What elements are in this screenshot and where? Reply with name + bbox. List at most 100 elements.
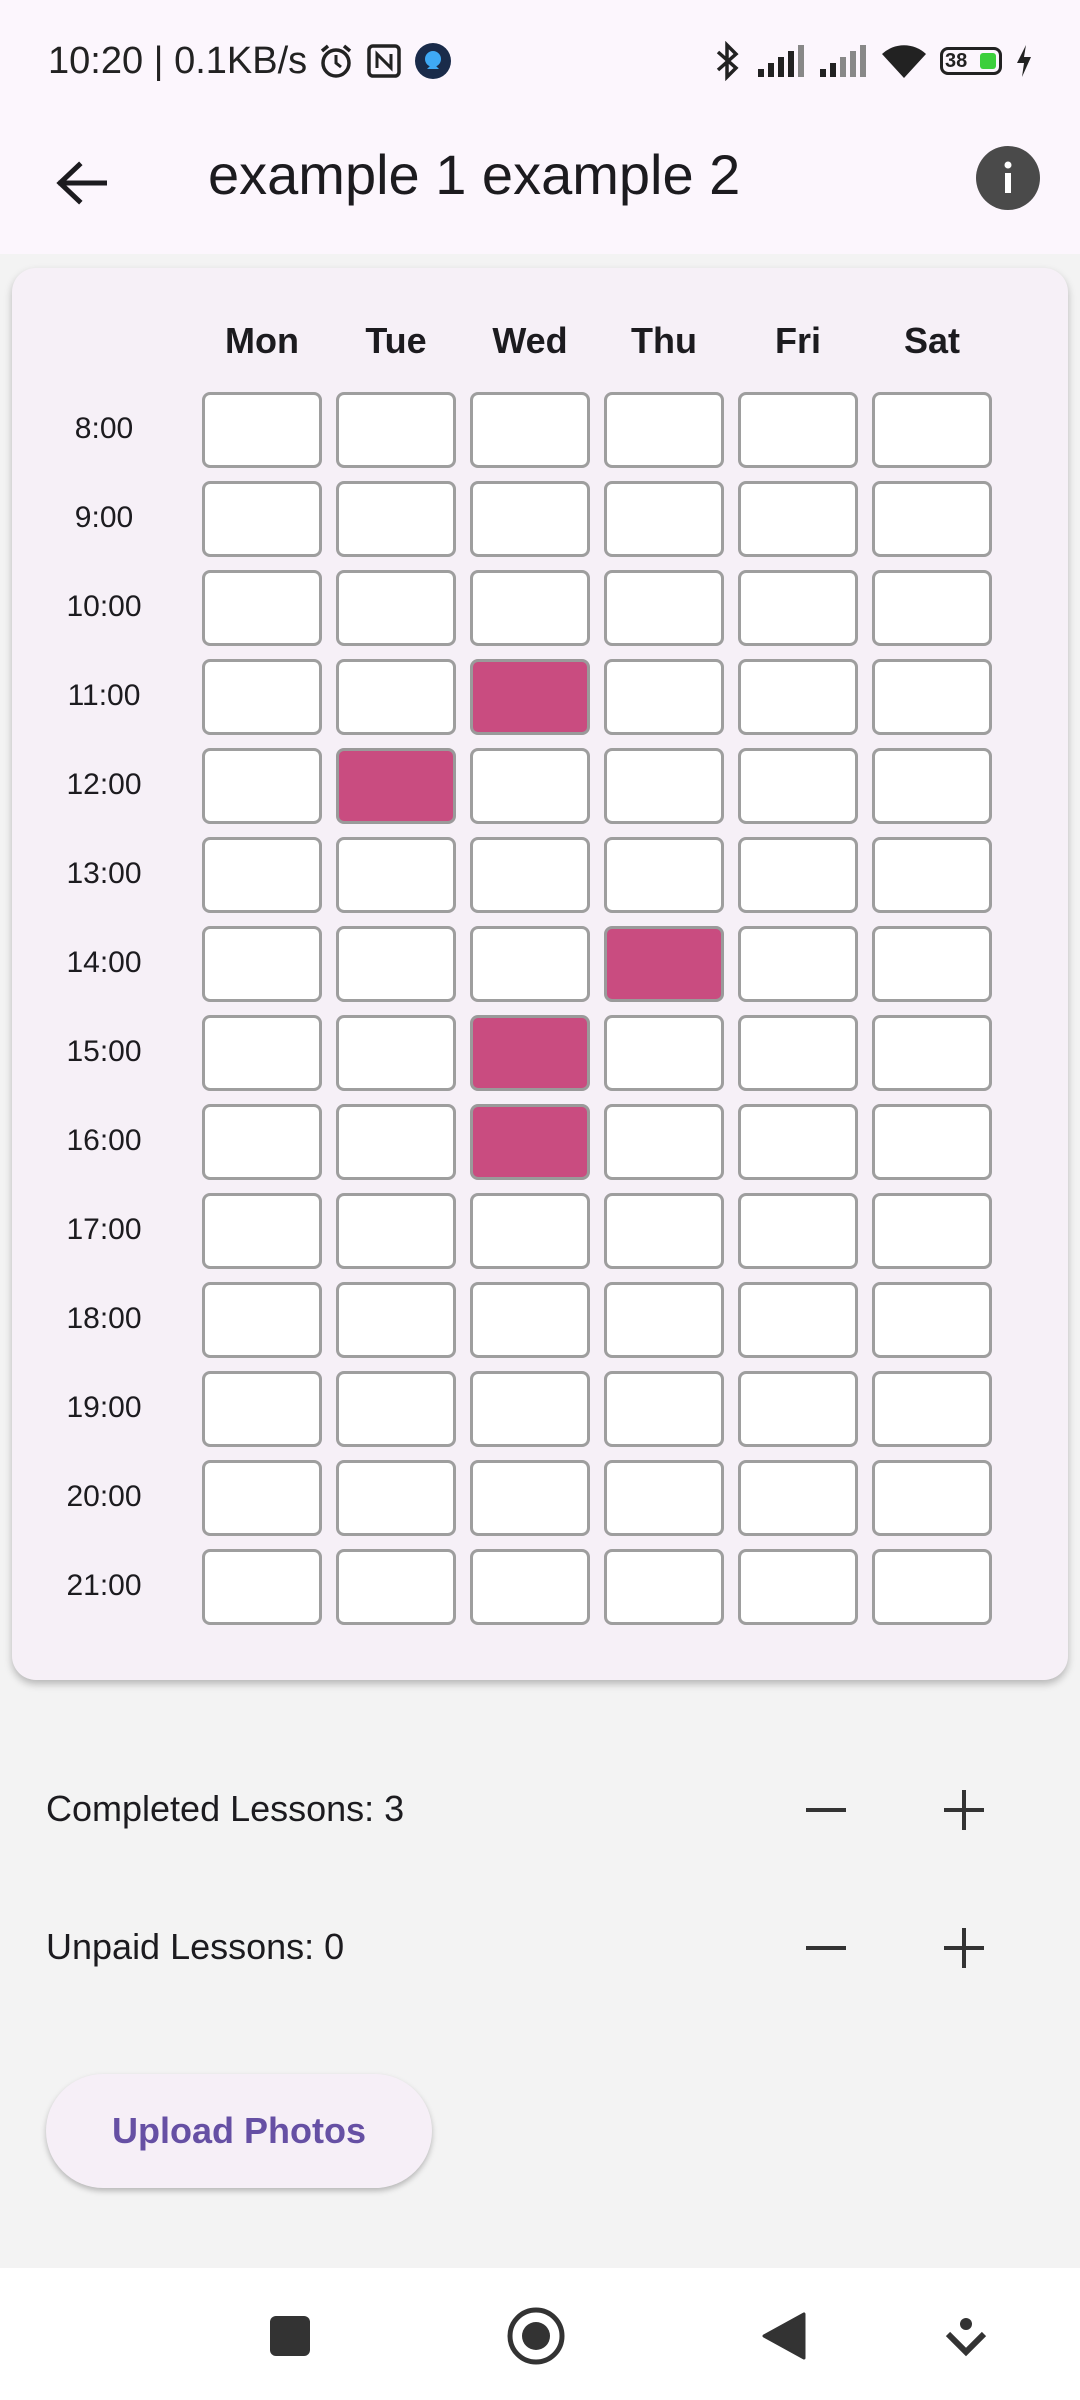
assist-button[interactable] <box>930 2300 1002 2372</box>
time-slot-tue-1900[interactable] <box>336 1371 456 1447</box>
time-slot-fri-1800[interactable] <box>738 1282 858 1358</box>
time-slot-sat-1400[interactable] <box>872 926 992 1002</box>
time-slot-wed-1500[interactable] <box>470 1015 590 1091</box>
time-slot-sat-1500[interactable] <box>872 1015 992 1091</box>
upload-photos-button[interactable]: Upload Photos <box>46 2074 432 2188</box>
time-slot-tue-1500[interactable] <box>336 1015 456 1091</box>
time-slot-mon-1100[interactable] <box>202 659 322 735</box>
time-slot-tue-1300[interactable] <box>336 837 456 913</box>
time-slot-fri-1400[interactable] <box>738 926 858 1002</box>
info-button[interactable] <box>976 146 1040 210</box>
time-slot-thu-1600[interactable] <box>604 1104 724 1180</box>
time-slot-wed-1000[interactable] <box>470 570 590 646</box>
time-slot-sat-900[interactable] <box>872 481 992 557</box>
time-slot-wed-1100[interactable] <box>470 659 590 735</box>
time-slot-sat-1600[interactable] <box>872 1104 992 1180</box>
time-slot-thu-2100[interactable] <box>604 1549 724 1625</box>
completed-increment-button[interactable] <box>932 1778 996 1842</box>
time-slot-tue-1400[interactable] <box>336 926 456 1002</box>
time-slot-wed-800[interactable] <box>470 392 590 468</box>
time-slot-fri-1700[interactable] <box>738 1193 858 1269</box>
time-slot-tue-1600[interactable] <box>336 1104 456 1180</box>
back-nav-button[interactable] <box>748 2300 820 2372</box>
time-slot-wed-1700[interactable] <box>470 1193 590 1269</box>
time-slot-thu-1000[interactable] <box>604 570 724 646</box>
time-slot-tue-1800[interactable] <box>336 1282 456 1358</box>
time-slot-tue-1000[interactable] <box>336 570 456 646</box>
time-slot-thu-1800[interactable] <box>604 1282 724 1358</box>
time-slot-mon-900[interactable] <box>202 481 322 557</box>
time-slot-sat-1900[interactable] <box>872 1371 992 1447</box>
time-slot-thu-900[interactable] <box>604 481 724 557</box>
time-slot-mon-1700[interactable] <box>202 1193 322 1269</box>
time-label: 11:00 <box>67 679 141 712</box>
time-slot-sat-2000[interactable] <box>872 1460 992 1536</box>
completed-decrement-button[interactable] <box>794 1778 858 1842</box>
time-slot-wed-2100[interactable] <box>470 1549 590 1625</box>
time-slot-fri-1300[interactable] <box>738 837 858 913</box>
time-label: 13:00 <box>66 857 142 890</box>
time-slot-sat-2100[interactable] <box>872 1549 992 1625</box>
day-header-thu: Thu <box>631 320 697 361</box>
time-slot-tue-1100[interactable] <box>336 659 456 735</box>
time-slot-sat-1800[interactable] <box>872 1282 992 1358</box>
time-slot-tue-1700[interactable] <box>336 1193 456 1269</box>
time-slot-tue-1200[interactable] <box>336 748 456 824</box>
time-slot-fri-1500[interactable] <box>738 1015 858 1091</box>
home-button[interactable] <box>500 2300 572 2372</box>
time-slot-thu-1500[interactable] <box>604 1015 724 1091</box>
time-slot-mon-1800[interactable] <box>202 1282 322 1358</box>
time-slot-mon-1500[interactable] <box>202 1015 322 1091</box>
time-label: 21:00 <box>66 1569 142 1602</box>
time-slot-tue-2100[interactable] <box>336 1549 456 1625</box>
time-slot-thu-1100[interactable] <box>604 659 724 735</box>
time-slot-wed-900[interactable] <box>470 481 590 557</box>
unpaid-decrement-button[interactable] <box>794 1916 858 1980</box>
time-slot-sat-1000[interactable] <box>872 570 992 646</box>
time-slot-fri-1600[interactable] <box>738 1104 858 1180</box>
time-slot-mon-2000[interactable] <box>202 1460 322 1536</box>
time-slot-mon-1200[interactable] <box>202 748 322 824</box>
time-slot-thu-2000[interactable] <box>604 1460 724 1536</box>
time-slot-fri-1100[interactable] <box>738 659 858 735</box>
plus-icon <box>944 1928 984 1968</box>
time-slot-sat-1200[interactable] <box>872 748 992 824</box>
time-slot-sat-1300[interactable] <box>872 837 992 913</box>
time-slot-tue-2000[interactable] <box>336 1460 456 1536</box>
time-slot-wed-1900[interactable] <box>470 1371 590 1447</box>
time-slot-thu-1400[interactable] <box>604 926 724 1002</box>
time-slot-fri-2000[interactable] <box>738 1460 858 1536</box>
time-slot-mon-2100[interactable] <box>202 1549 322 1625</box>
time-slot-tue-900[interactable] <box>336 481 456 557</box>
time-slot-fri-2100[interactable] <box>738 1549 858 1625</box>
time-slot-mon-1300[interactable] <box>202 837 322 913</box>
time-slot-mon-1000[interactable] <box>202 570 322 646</box>
time-slot-sat-1100[interactable] <box>872 659 992 735</box>
time-slot-thu-1700[interactable] <box>604 1193 724 1269</box>
back-button[interactable] <box>48 150 114 216</box>
time-slot-thu-1300[interactable] <box>604 837 724 913</box>
time-slot-fri-1900[interactable] <box>738 1371 858 1447</box>
time-slot-sat-800[interactable] <box>872 392 992 468</box>
time-slot-mon-1600[interactable] <box>202 1104 322 1180</box>
time-slot-fri-800[interactable] <box>738 392 858 468</box>
time-slot-fri-1200[interactable] <box>738 748 858 824</box>
unpaid-increment-button[interactable] <box>932 1916 996 1980</box>
time-slot-wed-1800[interactable] <box>470 1282 590 1358</box>
time-slot-fri-1000[interactable] <box>738 570 858 646</box>
recents-button[interactable] <box>254 2300 326 2372</box>
time-slot-sat-1700[interactable] <box>872 1193 992 1269</box>
time-slot-fri-900[interactable] <box>738 481 858 557</box>
time-slot-tue-800[interactable] <box>336 392 456 468</box>
time-slot-wed-1600[interactable] <box>470 1104 590 1180</box>
time-slot-wed-1200[interactable] <box>470 748 590 824</box>
time-slot-thu-1200[interactable] <box>604 748 724 824</box>
time-slot-mon-800[interactable] <box>202 392 322 468</box>
time-slot-mon-1400[interactable] <box>202 926 322 1002</box>
time-slot-thu-1900[interactable] <box>604 1371 724 1447</box>
time-slot-wed-1300[interactable] <box>470 837 590 913</box>
time-slot-mon-1900[interactable] <box>202 1371 322 1447</box>
time-slot-thu-800[interactable] <box>604 392 724 468</box>
time-slot-wed-1400[interactable] <box>470 926 590 1002</box>
time-slot-wed-2000[interactable] <box>470 1460 590 1536</box>
